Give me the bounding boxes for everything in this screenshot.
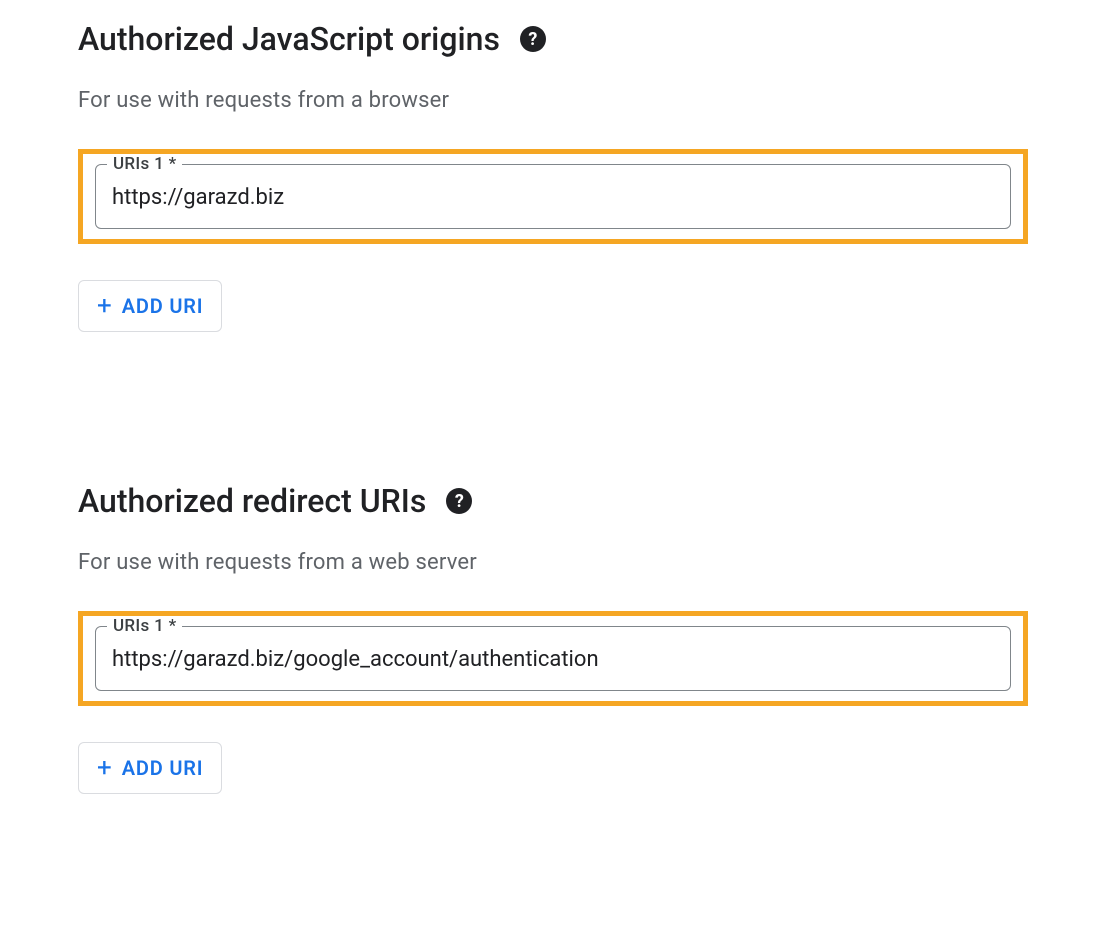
plus-icon: + (97, 755, 112, 781)
plus-icon: + (97, 293, 112, 319)
redirect-uris-header: Authorized redirect URIs ? (78, 482, 1028, 520)
redirect-uris-uri-input[interactable] (95, 626, 1011, 691)
js-origins-section: Authorized JavaScript origins ? For use … (78, 20, 1028, 332)
js-origins-title: Authorized JavaScript origins (78, 20, 500, 58)
redirect-uris-title: Authorized redirect URIs (78, 482, 426, 520)
js-origins-header: Authorized JavaScript origins ? (78, 20, 1028, 58)
add-uri-button[interactable]: + ADD URI (78, 280, 222, 332)
help-icon[interactable]: ? (446, 488, 472, 514)
add-uri-label: ADD URI (122, 294, 204, 318)
redirect-uris-field-label: URIs 1 * (107, 616, 182, 636)
redirect-uris-description: For use with requests from a web server (78, 550, 1028, 575)
help-icon[interactable]: ? (520, 26, 546, 52)
js-origins-uri-input[interactable] (95, 164, 1011, 229)
js-origins-field-label: URIs 1 * (107, 154, 182, 174)
js-origins-field-wrapper: URIs 1 * (95, 164, 1011, 229)
add-uri-label: ADD URI (122, 756, 204, 780)
redirect-uris-section: Authorized redirect URIs ? For use with … (78, 482, 1028, 794)
js-origins-description: For use with requests from a browser (78, 88, 1028, 113)
redirect-uris-highlight: URIs 1 * (78, 611, 1028, 706)
add-uri-button[interactable]: + ADD URI (78, 742, 222, 794)
js-origins-highlight: URIs 1 * (78, 149, 1028, 244)
redirect-uris-field-wrapper: URIs 1 * (95, 626, 1011, 691)
